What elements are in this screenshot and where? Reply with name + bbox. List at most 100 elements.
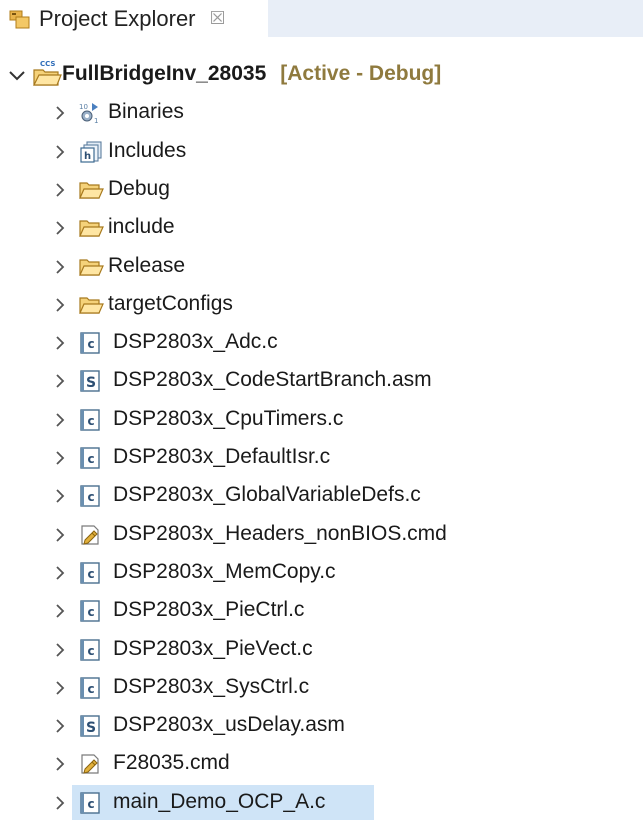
tree-item[interactable]: c main_Demo_OCP_A.c	[0, 784, 643, 822]
tree-item[interactable]: c DSP2803x_GlobalVariableDefs.c	[0, 477, 643, 515]
tree-item[interactable]: Debug	[0, 171, 643, 209]
view-title: Project Explorer	[39, 5, 196, 31]
project-root-row[interactable]: CCS FullBridgeInv_28035 [Active - Debug]	[0, 56, 643, 94]
svg-text:c: c	[87, 452, 94, 466]
tree-item-label: DSP2803x_MemCopy.c	[113, 560, 336, 583]
tree-item-label: DSP2803x_GlobalVariableDefs.c	[113, 483, 421, 506]
tree-item-label: DSP2803x_PieVect.c	[113, 637, 313, 660]
chevron-right-icon[interactable]	[52, 105, 68, 121]
tree-item[interactable]: c DSP2803x_DefaultIsr.c	[0, 439, 643, 477]
chevron-right-icon[interactable]	[52, 450, 68, 466]
c-file-icon: c	[78, 446, 104, 470]
tree-item[interactable]: DSP2803x_Headers_nonBIOS.cmd	[0, 516, 643, 554]
folder-icon	[78, 216, 104, 240]
tree-item-label: Release	[108, 254, 186, 277]
chevron-right-icon[interactable]	[52, 488, 68, 504]
asm-file-icon: S	[78, 369, 104, 393]
svg-text:S: S	[86, 375, 96, 391]
chevron-right-icon[interactable]	[52, 527, 68, 543]
svg-text:c: c	[87, 567, 94, 581]
folder-icon	[78, 255, 104, 279]
project-root-label: FullBridgeInv_28035 [Active - Debug]	[62, 62, 441, 86]
tree-item-label: include	[108, 215, 175, 238]
svg-text:S: S	[86, 720, 96, 736]
svg-text:c: c	[87, 797, 94, 811]
chevron-right-icon[interactable]	[52, 144, 68, 160]
tree-item[interactable]: c DSP2803x_SysCtrl.c	[0, 669, 643, 707]
svg-text:CCS: CCS	[40, 60, 55, 68]
cmd-file-icon	[78, 523, 104, 547]
svg-text:c: c	[87, 644, 94, 658]
cmd-file-icon	[78, 752, 104, 776]
tree-item[interactable]: c DSP2803x_PieVect.c	[0, 631, 643, 669]
tree-item[interactable]: targetConfigs	[0, 286, 643, 324]
svg-text:c: c	[87, 414, 94, 428]
tree-item[interactable]: include	[0, 209, 643, 247]
c-file-icon: c	[78, 484, 104, 508]
tree-item-label: DSP2803x_Headers_nonBIOS.cmd	[113, 522, 447, 545]
svg-text:c: c	[87, 682, 94, 696]
chevron-right-icon[interactable]	[52, 795, 68, 811]
c-file-icon: c	[78, 599, 104, 623]
tree-item-label: DSP2803x_SysCtrl.c	[113, 675, 310, 698]
svg-text:10: 10	[79, 103, 88, 111]
c-file-icon: c	[78, 791, 104, 815]
tree-item[interactable]: c DSP2803x_Adc.c	[0, 324, 643, 362]
tree-item[interactable]: S DSP2803x_CodeStartBranch.asm	[0, 362, 643, 400]
tree-item[interactable]: h Includes	[0, 133, 643, 171]
svg-text:1: 1	[94, 117, 98, 125]
tree-item[interactable]: F28035.cmd	[0, 745, 643, 783]
c-file-icon: c	[78, 561, 104, 585]
project-status-badge: [Active - Debug]	[280, 62, 442, 85]
ccs-project-icon: CCS	[32, 58, 62, 88]
chevron-right-icon[interactable]	[52, 412, 68, 428]
project-explorer-icon	[9, 10, 30, 28]
tree-item[interactable]: S DSP2803x_usDelay.asm	[0, 707, 643, 745]
tree-item-label: Includes	[108, 139, 187, 162]
chevron-right-icon[interactable]	[52, 373, 68, 389]
tree-item-label: targetConfigs	[108, 292, 233, 315]
c-file-icon: c	[78, 408, 104, 432]
tree-item[interactable]: 10 1 Binaries	[0, 94, 643, 132]
tree-item-label: F28035.cmd	[113, 751, 230, 774]
chevron-right-icon[interactable]	[52, 335, 68, 351]
folder-icon	[78, 178, 104, 202]
chevron-right-icon[interactable]	[52, 182, 68, 198]
svg-text:h: h	[84, 151, 91, 162]
chevron-right-icon[interactable]	[52, 718, 68, 734]
tree-item[interactable]: Release	[0, 248, 643, 286]
c-file-icon: c	[78, 638, 104, 662]
chevron-right-icon[interactable]	[52, 642, 68, 658]
project-explorer-tab[interactable]: Project Explorer ☒	[0, 0, 268, 37]
folder-icon	[78, 293, 104, 317]
c-file-icon: c	[78, 676, 104, 700]
tree-item-label: DSP2803x_DefaultIsr.c	[113, 445, 331, 468]
chevron-right-icon[interactable]	[52, 603, 68, 619]
includes-icon: h	[78, 140, 104, 164]
tree-item-label: DSP2803x_CpuTimers.c	[113, 407, 344, 430]
tree-item-label: DSP2803x_Adc.c	[113, 330, 278, 353]
chevron-down-icon[interactable]	[8, 67, 25, 83]
svg-text:c: c	[87, 490, 94, 504]
chevron-right-icon[interactable]	[52, 756, 68, 772]
tree-item[interactable]: c DSP2803x_PieCtrl.c	[0, 592, 643, 630]
close-view-icon[interactable]: ☒	[210, 8, 226, 29]
chevron-right-icon[interactable]	[52, 565, 68, 581]
tree-item-label: main_Demo_OCP_A.c	[113, 790, 326, 813]
asm-file-icon: S	[78, 714, 104, 738]
tree-item-label: Binaries	[108, 100, 184, 123]
chevron-right-icon[interactable]	[52, 297, 68, 313]
view-header: Project Explorer ☒	[0, 0, 643, 37]
tree-item[interactable]: c DSP2803x_MemCopy.c	[0, 554, 643, 592]
chevron-right-icon[interactable]	[52, 680, 68, 696]
svg-text:c: c	[87, 337, 94, 351]
chevron-right-icon[interactable]	[52, 259, 68, 275]
tree-item[interactable]: c DSP2803x_CpuTimers.c	[0, 401, 643, 439]
tree-item-label: DSP2803x_CodeStartBranch.asm	[113, 368, 432, 391]
project-name: FullBridgeInv_28035	[62, 62, 267, 85]
chevron-right-icon[interactable]	[52, 220, 68, 236]
tree-item-label: Debug	[108, 177, 170, 200]
svg-text:c: c	[87, 605, 94, 619]
tree-item-label: DSP2803x_usDelay.asm	[113, 713, 345, 736]
tree-item-label: DSP2803x_PieCtrl.c	[113, 598, 305, 621]
